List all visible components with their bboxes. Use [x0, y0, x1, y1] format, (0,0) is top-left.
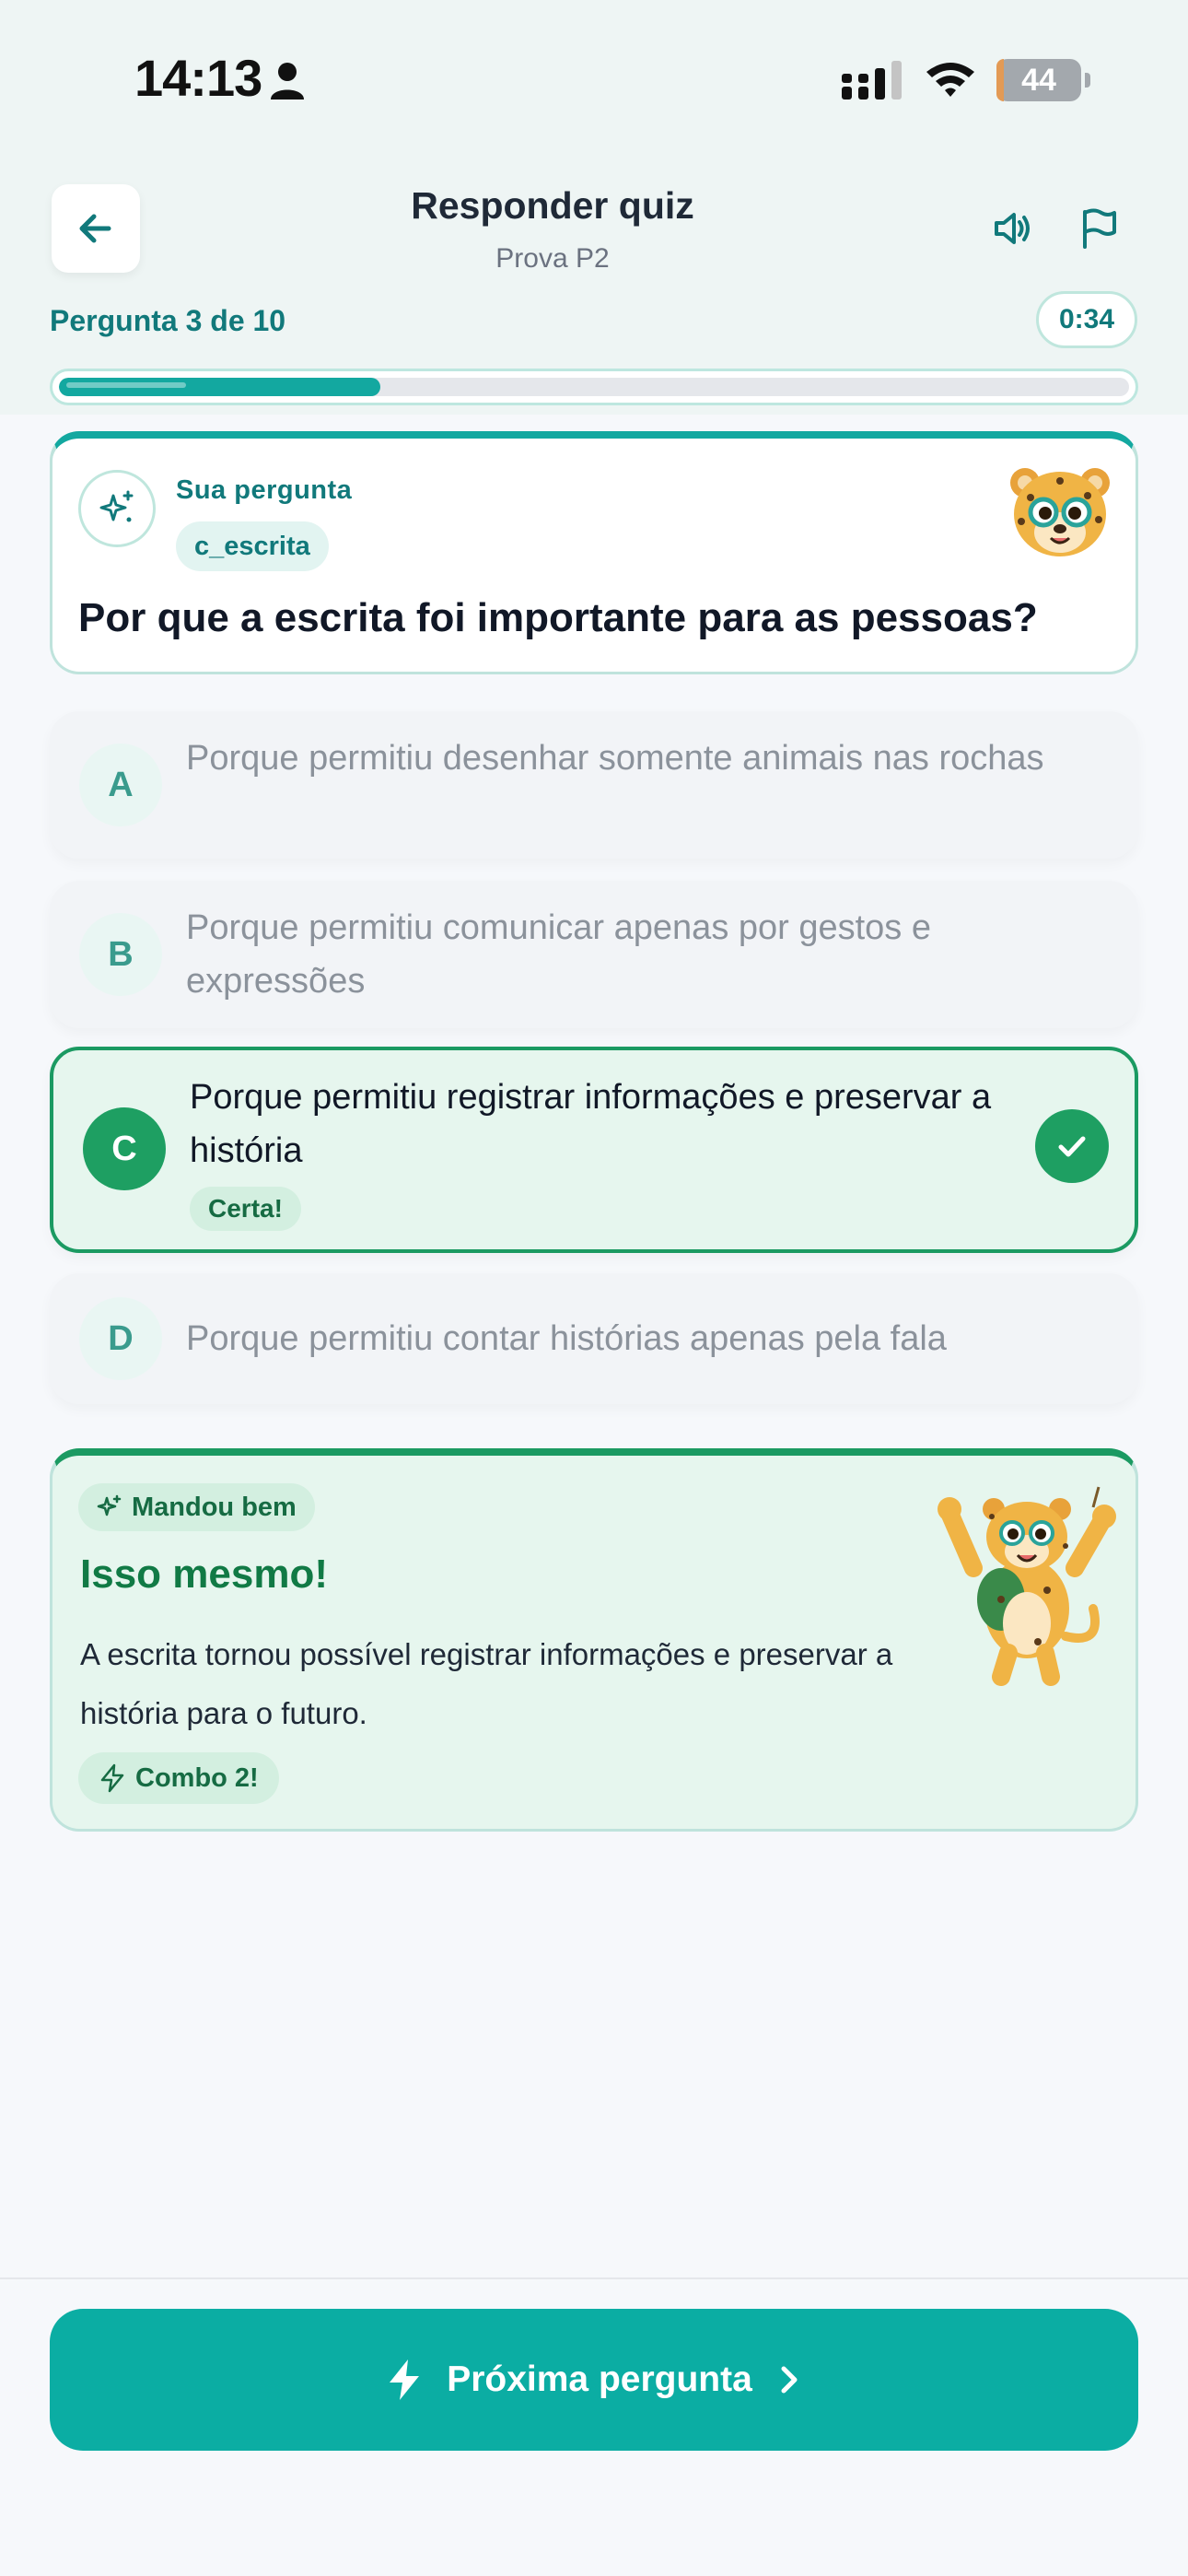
next-question-button[interactable]: Próxima pergunta: [50, 2309, 1138, 2451]
question-card: Sua pergunta c_escrita Por que a escrita…: [50, 431, 1138, 674]
page-subtitle: Prova P2: [495, 243, 610, 274]
sparkle-icon: [97, 1494, 122, 1516]
option-a[interactable]: A Porque permitiu desenhar somente anima…: [50, 711, 1138, 859]
cheetah-mascot-icon: [1010, 468, 1110, 556]
option-text: Porque permitiu contar histórias apenas …: [186, 1319, 947, 1358]
bottom-bar: Próxima pergunta: [0, 2277, 1188, 2576]
option-letter: C: [83, 1107, 166, 1190]
option-text: Porque permitiu registrar informações e …: [190, 1078, 992, 1170]
feedback-kicker: Mandou bem: [78, 1483, 315, 1531]
sound-button[interactable]: [974, 190, 1052, 267]
question-kicker: Sua pergunta: [176, 475, 353, 505]
back-button[interactable]: [52, 184, 140, 273]
person-icon: [271, 63, 304, 100]
combo-label: Combo 2!: [135, 1762, 259, 1793]
report-button[interactable]: [1059, 190, 1136, 267]
progress-label: Pergunta 3 de 10: [50, 304, 286, 337]
option-letter: B: [79, 913, 162, 996]
battery-level: 44: [1021, 62, 1056, 98]
option-b[interactable]: B Porque permitiu comunicar apenas por g…: [50, 881, 1138, 1028]
option-letter: D: [79, 1297, 162, 1380]
top-area: 14:13 44 Responder quiz Prova P2 Pergunt…: [0, 0, 1188, 415]
check-icon: [1035, 1109, 1109, 1183]
status-time: 14:13: [134, 49, 262, 107]
lightning-icon: [390, 2359, 420, 2400]
question-text: Por que a escrita foi importante para as…: [78, 595, 1038, 640]
combo-badge: Combo 2!: [78, 1752, 279, 1804]
option-letter: A: [79, 744, 162, 826]
feedback-title: Isso mesmo!: [80, 1551, 328, 1597]
progress-bar: [50, 369, 1138, 405]
flag-icon: [1083, 208, 1116, 249]
next-question-label: Próxima pergunta: [447, 2359, 752, 2399]
option-text: Porque permitiu desenhar somente animais…: [186, 739, 1044, 778]
progress-fill: [59, 378, 380, 396]
option-text: Porque permitiu comunicar apenas por ges…: [186, 908, 932, 1001]
arrow-left-icon: [79, 214, 111, 243]
battery-icon: 44: [996, 59, 1090, 101]
cheetah-cheering-mascot-icon: [938, 1486, 1116, 1686]
feedback-text: A escrita tornou possível registrar info…: [80, 1637, 893, 1730]
option-c[interactable]: C Porque permitiu registrar informações …: [50, 1047, 1138, 1253]
feedback-card: Mandou bem Isso mesmo! A escrita tornou …: [50, 1448, 1138, 1832]
lightning-icon: [100, 1763, 124, 1793]
correct-badge: Certa!: [190, 1187, 301, 1231]
feedback-kicker-label: Mandou bem: [132, 1492, 297, 1522]
wifi-icon: [926, 63, 974, 97]
status-bar: 14:13 44: [0, 0, 1188, 166]
sparkle-icon: [99, 490, 134, 522]
chevron-right-icon: [781, 2366, 798, 2394]
sparkle-badge: [78, 470, 156, 547]
page-title: Responder quiz: [411, 184, 694, 227]
question-tag: c_escrita: [176, 521, 329, 571]
cellular-signal-icon: [842, 61, 902, 100]
option-d[interactable]: D Porque permitiu contar histórias apena…: [50, 1273, 1138, 1404]
speaker-icon: [995, 213, 1030, 244]
timer-badge: 0:34: [1036, 291, 1137, 348]
